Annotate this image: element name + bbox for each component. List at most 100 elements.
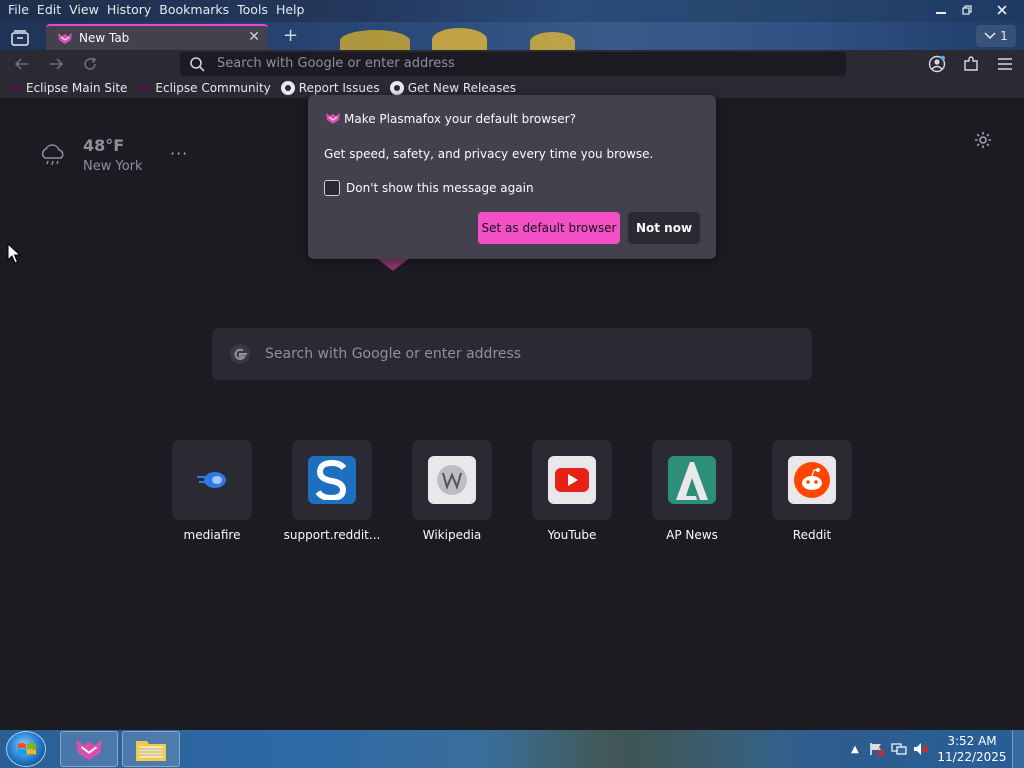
show-hidden-icons-button[interactable]: ▲ bbox=[844, 741, 866, 757]
clock-time: 3:52 AM bbox=[947, 734, 997, 748]
close-window-button[interactable] bbox=[980, 0, 1024, 20]
dialog-body: Get speed, safety, and privacy every tim… bbox=[324, 147, 654, 161]
menu-bookmarks[interactable]: Bookmarks bbox=[155, 2, 233, 18]
restore-icon bbox=[962, 5, 972, 15]
menu-view[interactable]: View bbox=[65, 2, 103, 18]
firefox-view-icon bbox=[11, 30, 29, 46]
tab-count: 1 bbox=[1000, 29, 1008, 43]
personalize-button[interactable] bbox=[974, 131, 992, 152]
arrow-left-icon bbox=[15, 58, 28, 70]
menu-tools[interactable]: Tools bbox=[233, 2, 272, 18]
window-controls bbox=[928, 0, 1024, 20]
wallpaper-scene bbox=[480, 730, 780, 768]
volume-muted-icon[interactable] bbox=[910, 741, 932, 757]
list-all-tabs-button[interactable]: 1 bbox=[976, 25, 1016, 47]
taskbar-plasmafox[interactable] bbox=[60, 731, 118, 767]
bookmark-label: Report Issues bbox=[298, 81, 380, 95]
start-button[interactable] bbox=[6, 731, 46, 767]
shortcut-youtube[interactable]: YouTube bbox=[532, 440, 612, 542]
reload-button[interactable] bbox=[78, 54, 102, 74]
bookmark-label: Eclipse Main Site bbox=[26, 81, 128, 95]
github-icon bbox=[389, 81, 404, 95]
windows-logo-icon bbox=[18, 743, 36, 755]
bookmark-eclipse-community[interactable]: Eclipse Community bbox=[137, 81, 271, 95]
top-sites: mediafire support.reddit... Wikipedia Yo… bbox=[172, 440, 852, 542]
shortcut-reddit[interactable]: Reddit bbox=[772, 440, 852, 542]
forward-button[interactable] bbox=[44, 54, 68, 74]
show-desktop-button[interactable] bbox=[1012, 730, 1024, 768]
restore-button[interactable] bbox=[954, 0, 980, 20]
hamburger-icon bbox=[998, 58, 1012, 70]
menu-file[interactable]: File bbox=[4, 2, 33, 18]
search-placeholder: Search with Google or enter address bbox=[265, 346, 522, 362]
reddit-icon bbox=[788, 456, 836, 504]
rain-cloud-icon bbox=[41, 144, 64, 166]
gear-icon bbox=[975, 132, 991, 148]
shortcut-label: mediafire bbox=[183, 528, 241, 542]
toolbar-right-buttons bbox=[926, 54, 1016, 74]
apnews-icon bbox=[668, 456, 716, 504]
clock[interactable]: 3:52 AM 11/22/2025 bbox=[932, 733, 1012, 765]
account-button[interactable] bbox=[926, 54, 948, 74]
new-tab-button[interactable]: + bbox=[283, 25, 298, 46]
bookmark-get-new-releases[interactable]: Get New Releases bbox=[389, 81, 517, 95]
shortcut-tile bbox=[292, 440, 372, 520]
menu-history[interactable]: History bbox=[103, 2, 155, 18]
wikipedia-icon bbox=[428, 456, 476, 504]
shortcut-label: Reddit bbox=[792, 528, 832, 542]
menu-edit[interactable]: Edit bbox=[33, 2, 65, 18]
set-default-browser-button[interactable]: Set as default browser bbox=[478, 212, 620, 244]
plasmafox-icon bbox=[76, 739, 102, 761]
clock-date: 11/22/2025 bbox=[937, 750, 1007, 764]
firefox-view-button[interactable] bbox=[7, 28, 33, 48]
taskbar-file-explorer[interactable] bbox=[122, 731, 180, 767]
github-icon bbox=[280, 81, 295, 95]
shortcut-tile bbox=[412, 440, 492, 520]
taskbar: ▲ 3:52 AM 11/22/2025 bbox=[0, 730, 1024, 768]
google-icon bbox=[230, 344, 250, 364]
back-button[interactable] bbox=[10, 54, 34, 74]
default-browser-dialog: Make Plasmafox your default browser? Get… bbox=[308, 95, 716, 259]
shortcut-tile bbox=[652, 440, 732, 520]
shortcut-support-reddit[interactable]: support.reddit... bbox=[284, 440, 380, 542]
menu-help[interactable]: Help bbox=[272, 2, 309, 18]
network-icon[interactable] bbox=[888, 741, 910, 757]
reload-icon bbox=[84, 57, 97, 70]
dont-show-again-label[interactable]: Don't show this message again bbox=[346, 181, 534, 195]
puzzle-icon bbox=[964, 56, 978, 71]
shortcut-label: Wikipedia bbox=[422, 528, 482, 542]
support-reddit-icon bbox=[308, 456, 356, 504]
url-bar[interactable]: Search with Google or enter address bbox=[180, 52, 846, 76]
close-tab-button[interactable]: ✕ bbox=[248, 29, 260, 45]
bookmark-report-issues[interactable]: Report Issues bbox=[280, 81, 380, 95]
menu-bar: File Edit View History Bookmarks Tools H… bbox=[4, 2, 308, 18]
extensions-button[interactable] bbox=[960, 54, 982, 74]
minimize-button[interactable] bbox=[928, 0, 954, 20]
shortcut-tile bbox=[532, 440, 612, 520]
app-menu-button[interactable] bbox=[994, 54, 1016, 74]
bookmark-eclipse-main-site[interactable]: Eclipse Main Site bbox=[8, 81, 127, 95]
chevron-down-icon bbox=[984, 32, 996, 40]
system-tray: ▲ 3:52 AM 11/22/2025 bbox=[844, 730, 1024, 768]
tab-strip: New Tab ✕ + 1 bbox=[0, 22, 1024, 52]
arrow-right-icon bbox=[50, 58, 63, 70]
shortcut-mediafire[interactable]: mediafire bbox=[172, 440, 252, 542]
dont-show-again-checkbox[interactable] bbox=[324, 180, 340, 196]
action-center-icon[interactable] bbox=[866, 741, 888, 757]
weather-context-menu-button[interactable]: ··· bbox=[170, 144, 188, 163]
weather-temperature: 48°F bbox=[83, 136, 125, 155]
mouse-cursor-icon bbox=[7, 243, 21, 264]
new-tab-search-box[interactable]: Search with Google or enter address bbox=[212, 328, 812, 380]
shortcut-wikipedia[interactable]: Wikipedia bbox=[412, 440, 492, 542]
shortcut-ap-news[interactable]: AP News bbox=[652, 440, 732, 542]
plasmafox-icon bbox=[326, 113, 340, 124]
weather-city: New York bbox=[83, 159, 143, 174]
youtube-icon bbox=[548, 456, 596, 504]
not-now-button[interactable]: Not now bbox=[628, 212, 700, 244]
plasmafox-icon bbox=[58, 33, 72, 44]
tab-new-tab[interactable]: New Tab ✕ bbox=[46, 24, 268, 50]
minimize-icon bbox=[936, 12, 946, 14]
shortcut-tile bbox=[772, 440, 852, 520]
background-decoration bbox=[340, 30, 410, 52]
bookmark-label: Get New Releases bbox=[407, 81, 517, 95]
